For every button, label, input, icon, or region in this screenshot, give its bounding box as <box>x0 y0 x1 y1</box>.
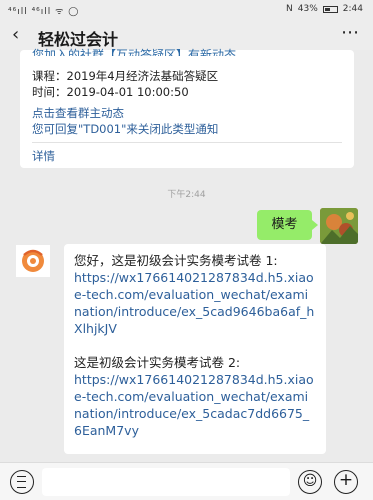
more-plus-icon[interactable]: + <box>334 470 358 494</box>
battery-icon <box>322 5 338 13</box>
emoji-icon[interactable]: ☺ <box>298 470 322 494</box>
message-timestamp: 下午2:44 <box>167 190 206 200</box>
exam-link-2[interactable]: https://wx176614021287834d.h5.xiaoe-tech… <box>74 371 316 439</box>
details-link[interactable]: 详情 <box>32 148 55 164</box>
battery-percent: 43% <box>297 4 318 14</box>
clock: 2:44 <box>342 4 363 14</box>
card-header-text: 您加入的社群【互动答疑区】有新动态 <box>32 48 237 56</box>
unsubscribe-hint-link[interactable]: 您可回复"TD001"来关闭此类型通知 <box>32 121 218 137</box>
nfc-icon: N <box>286 4 293 14</box>
back-arrow-icon[interactable]: ‹ <box>12 24 19 45</box>
message-intro-2: 这是初级会计实务模考试卷 2: <box>74 355 241 370</box>
account-avatar[interactable] <box>16 245 50 277</box>
exam-link-1[interactable]: https://wx176614021287834d.h5.xiaoe-tech… <box>74 269 316 337</box>
card-divider <box>32 142 342 143</box>
sent-message-bubble[interactable]: 模考 <box>257 210 318 240</box>
signal-wifi-indicators: ⁴⁶ıll ⁴⁶ıll ᯤ ◯ <box>8 7 80 17</box>
message-input[interactable] <box>42 468 290 496</box>
time-line: 时间：2019-04-01 10:00:50 <box>32 85 189 99</box>
user-avatar[interactable] <box>320 208 358 244</box>
view-owner-link[interactable]: 点击查看群主动态 <box>32 105 124 121</box>
more-options-icon[interactable]: ⋯ <box>341 22 359 43</box>
voice-keyboard-toggle-icon[interactable] <box>10 470 34 494</box>
status-right: N 43% 2:44 <box>286 4 363 14</box>
course-line: 课程：2019年4月经济法基础答疑区 <box>32 69 219 83</box>
input-bar: ☺ + <box>0 462 373 500</box>
message-intro-1: 您好，这是初级会计实务模考试卷 1: <box>74 253 278 268</box>
status-bar: ⁴⁶ıll ⁴⁶ıll ᯤ ◯ N 43% 2:44 <box>0 0 373 20</box>
received-message-bubble[interactable]: 您好，这是初级会计实务模考试卷 1: https://wx17661402128… <box>64 244 326 454</box>
notification-card[interactable]: 您加入的社群【互动答疑区】有新动态 课程：2019年4月经济法基础答疑区 时间：… <box>20 48 354 168</box>
